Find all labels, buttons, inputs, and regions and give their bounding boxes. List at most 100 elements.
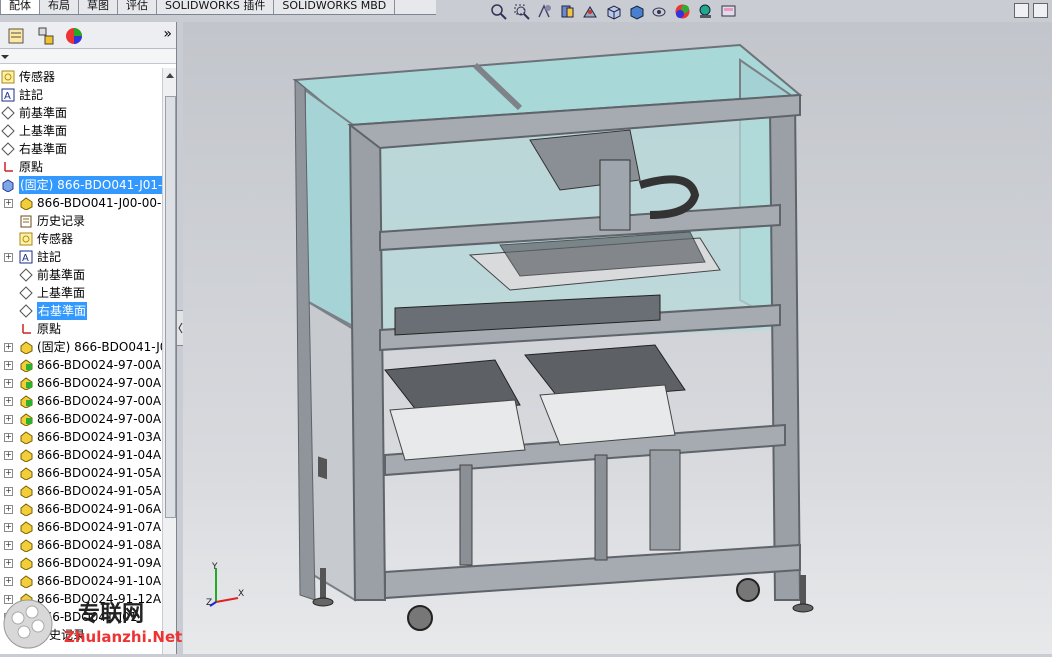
scroll-up-icon[interactable]	[164, 70, 176, 80]
expand-icon[interactable]: +	[4, 559, 13, 568]
scrollbar-thumb[interactable]	[165, 96, 176, 518]
expand-icon[interactable]: +	[4, 523, 13, 532]
tree-item[interactable]: +866-BDO024-97-00A	[0, 356, 162, 374]
tree-item-label: 866-BDO024-91-05A	[37, 484, 162, 498]
tree-item-label: 866-BDO024-91-05A	[37, 466, 162, 480]
section-view-icon[interactable]	[559, 3, 576, 20]
tree-item[interactable]: +866-BDO024-91-06A	[0, 500, 162, 518]
view-settings-icon[interactable]	[720, 3, 737, 20]
edit-appearance-icon[interactable]	[674, 3, 691, 20]
plane-icon	[1, 124, 15, 138]
part-icon	[19, 340, 33, 355]
tab-5[interactable]: SOLIDWORKS MBD	[274, 0, 396, 14]
tree-item[interactable]: +866-BDO024-91-03A	[0, 428, 162, 446]
expand-icon[interactable]: +	[4, 343, 13, 352]
tree-item[interactable]: 历史记录	[0, 212, 162, 230]
part-icon	[19, 484, 33, 499]
expand-icon[interactable]: +	[4, 505, 13, 514]
tree-item[interactable]: 原點	[0, 158, 162, 176]
expand-icon[interactable]: +	[4, 415, 13, 424]
restore-window-icon[interactable]	[1014, 3, 1029, 18]
tree-item-label: 原點	[37, 322, 62, 336]
tab-0[interactable]: 配体	[0, 0, 40, 14]
expand-icon[interactable]: +	[4, 379, 13, 388]
feature-manager-tab-icon[interactable]	[6, 26, 26, 46]
view-orientation-icon[interactable]	[605, 3, 622, 20]
tab-1[interactable]: 布局	[40, 0, 79, 14]
tree-item-label: 右基準面	[37, 302, 88, 320]
tree-item[interactable]: 上基準面	[0, 284, 162, 302]
tree-item[interactable]: +866-BDO024-91-05A	[0, 482, 162, 500]
part-green-icon	[19, 394, 33, 409]
tree-item[interactable]: 传感器	[0, 230, 162, 248]
expand-icon[interactable]: +	[4, 577, 13, 586]
tree-item[interactable]: +866-BDO024-97-00A	[0, 374, 162, 392]
expand-icon[interactable]: +	[4, 451, 13, 460]
expand-icon[interactable]: +	[4, 433, 13, 442]
apply-scene-icon[interactable]	[697, 3, 714, 20]
tree-item[interactable]: +866-BDO024-97-00A	[0, 392, 162, 410]
tree-item[interactable]: 前基準面	[0, 104, 162, 122]
tree-item[interactable]: +866-BDO024-91-10A	[0, 572, 162, 590]
feature-manager-panel: » 传感器 A 註記 前基準面 上基準面 右基準面 原點 (固定) 866-BDO041-J0…	[0, 22, 177, 654]
tree-item[interactable]: 原點	[0, 320, 162, 338]
lower-plate-right	[539, 384, 676, 446]
watermark-text: 专联网	[78, 602, 145, 627]
part-icon	[19, 466, 33, 481]
tree-item[interactable]: +866-BDO024-91-07A	[0, 518, 162, 536]
more-tabs-button[interactable]: »	[163, 26, 172, 42]
expand-icon[interactable]: +	[4, 199, 13, 208]
tree-item[interactable]: +866-BDO041-J00-00-	[0, 194, 162, 212]
tree-item[interactable]: +866-BDO024-91-08A	[0, 536, 162, 554]
tree-item-label: 右基準面	[19, 142, 68, 156]
tree-item-label: 866-BDO041-J00-00-	[37, 196, 162, 210]
tree-item[interactable]: + (固定) 866-BDO041-J0	[0, 338, 167, 356]
tree-item[interactable]: +866-BDO024-91-04A	[0, 446, 162, 464]
tree-item[interactable]: +866-BDO024-91-05A	[0, 464, 162, 482]
graphics-viewport[interactable]: Y X Z	[183, 22, 1052, 654]
dynamic-annotation-icon[interactable]	[582, 3, 599, 20]
expand-icon[interactable]: +	[4, 397, 13, 406]
tree-item-label: 传感器	[37, 232, 74, 246]
expand-icon[interactable]: +	[4, 253, 13, 262]
display-manager-icon[interactable]	[64, 26, 84, 46]
expand-icon[interactable]: +	[4, 487, 13, 496]
tree-item[interactable]: 上基準面	[0, 122, 162, 140]
part-icon	[19, 556, 33, 571]
display-style-icon[interactable]	[628, 3, 645, 20]
hide-show-items-icon[interactable]	[651, 3, 668, 20]
zoom-to-fit-icon[interactable]	[490, 3, 507, 20]
tree-item[interactable]: 右基準面	[0, 302, 162, 320]
expand-icon[interactable]: +	[4, 361, 13, 370]
zoom-area-icon[interactable]	[513, 3, 530, 20]
tree-item[interactable]: 传感器	[0, 68, 162, 86]
close-window-icon[interactable]	[1033, 3, 1048, 18]
tree-item-label: 866-BDO024-91-09A	[37, 556, 162, 570]
tree-item[interactable]: +866-BDO024-91-09A	[0, 554, 162, 572]
filter-dropdown[interactable]	[0, 49, 176, 64]
configuration-manager-icon[interactable]	[36, 26, 56, 46]
tab-4[interactable]: SOLIDWORKS 插件	[157, 0, 275, 14]
tree-scrollbar[interactable]	[162, 68, 176, 654]
tree-item[interactable]: 右基準面	[0, 140, 162, 158]
tree-item[interactable]: A 註記	[0, 86, 162, 104]
part-green-icon	[19, 376, 33, 391]
previous-view-icon[interactable]	[536, 3, 553, 20]
expand-icon[interactable]: +	[4, 469, 13, 478]
tree-item[interactable]: 前基準面	[0, 266, 162, 284]
part-green-icon	[19, 412, 33, 427]
tree-item-label: 866-BDO024-91-04A	[37, 448, 162, 462]
tab-3[interactable]: 评估	[118, 0, 157, 14]
part-icon	[19, 448, 33, 463]
part-icon	[19, 502, 33, 517]
panel-handle	[318, 456, 327, 480]
tree-item[interactable]: (固定) 866-BDO041-J01-0	[0, 176, 172, 194]
caster-wheel	[407, 605, 433, 631]
triad-y-label: Y	[211, 562, 218, 572]
part-icon	[19, 538, 33, 553]
tree-item[interactable]: +866-BDO024-97-00A	[0, 410, 162, 428]
tree-item[interactable]: + A 註記	[0, 248, 162, 266]
expand-icon[interactable]: +	[4, 541, 13, 550]
front-right-post	[768, 98, 802, 601]
tab-2[interactable]: 草图	[79, 0, 118, 14]
